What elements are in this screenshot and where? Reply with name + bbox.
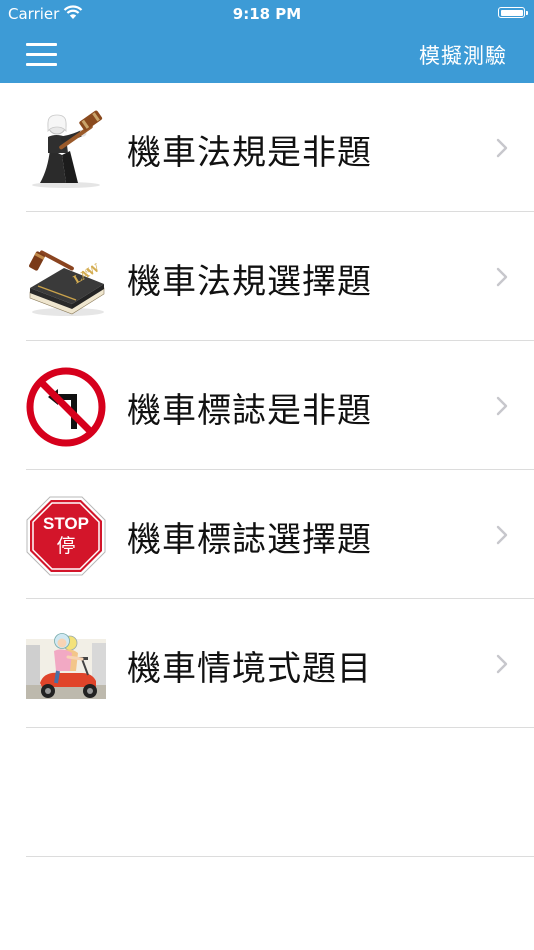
- stop-sign-icon: STOP 停: [26, 496, 106, 576]
- mock-exam-button[interactable]: 模擬測驗: [419, 40, 507, 70]
- item-label: 機車法規是非題: [127, 133, 372, 173]
- chevron-right-icon: [496, 138, 508, 158]
- item-label: 機車情境式題目: [127, 649, 372, 689]
- svg-text:STOP: STOP: [43, 514, 89, 533]
- item-label: 機車標誌選擇題: [127, 520, 372, 560]
- navigation-bar: Carrier 9:18 PM 模擬測驗: [0, 0, 534, 83]
- chevron-right-icon: [496, 525, 508, 545]
- law-book-gavel-icon: THE LAW: [26, 238, 106, 318]
- battery-icon: [498, 7, 528, 18]
- list-item-law-true-false[interactable]: 機車法規是非題: [0, 83, 534, 212]
- item-label: 機車法規選擇題: [127, 262, 372, 302]
- chevron-right-icon: [496, 267, 508, 287]
- row-separator: [26, 727, 534, 728]
- list-item-law-multiple-choice[interactable]: THE LAW 機車法規選擇題: [0, 212, 534, 341]
- no-left-turn-sign-icon: [26, 367, 106, 447]
- chevron-right-icon: [496, 654, 508, 674]
- empty-row-separator: [26, 856, 534, 857]
- list-item-signs-true-false[interactable]: 機車標誌是非題: [0, 341, 534, 470]
- clock: 9:18 PM: [232, 5, 302, 23]
- status-bar: Carrier 9:18 PM: [0, 0, 534, 28]
- scooter-riders-icon: [26, 625, 106, 705]
- chevron-right-icon: [496, 396, 508, 416]
- svg-text:停: 停: [56, 535, 75, 557]
- list-item-scenario-questions[interactable]: 機車情境式題目: [0, 599, 534, 728]
- judge-gavel-icon: [26, 109, 106, 189]
- hamburger-menu-icon[interactable]: [26, 42, 57, 66]
- item-label: 機車標誌是非題: [127, 391, 372, 431]
- list-item-signs-multiple-choice[interactable]: STOP 停 機車標誌選擇題: [0, 470, 534, 599]
